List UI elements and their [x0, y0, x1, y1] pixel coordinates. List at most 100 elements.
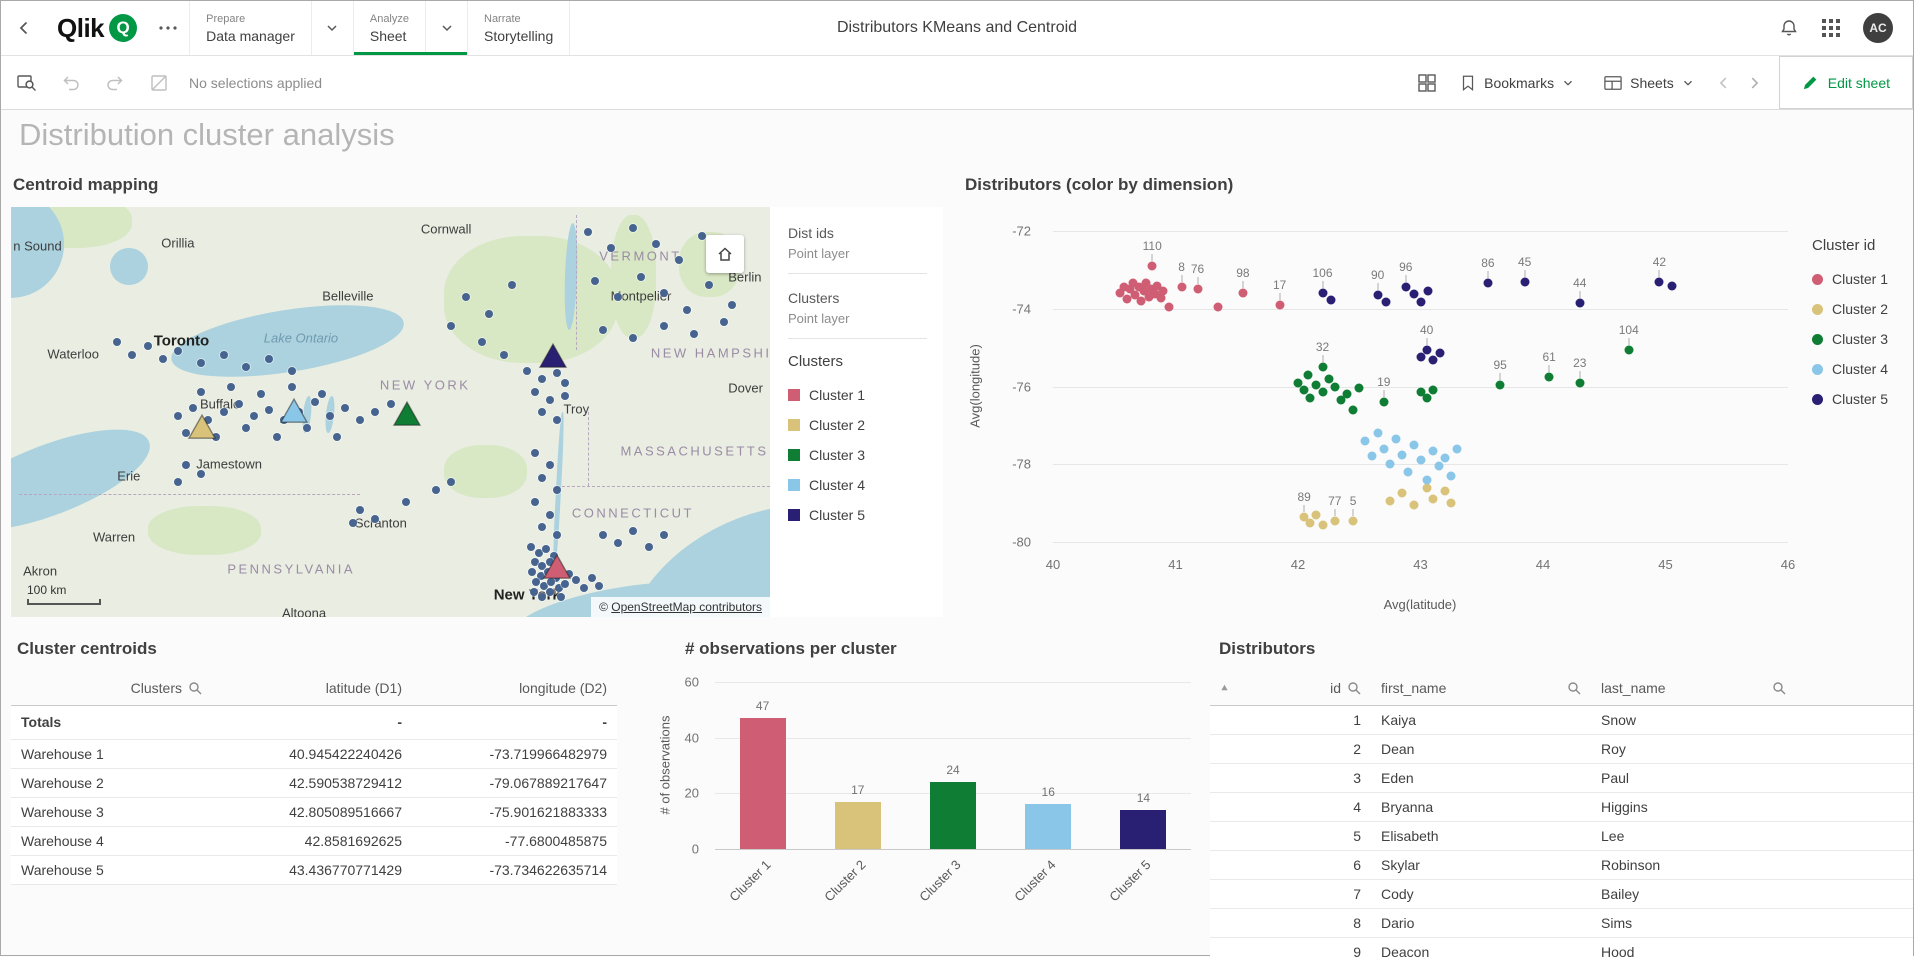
scatter-point[interactable]	[1422, 345, 1431, 354]
legend-item-cluster-3[interactable]: Cluster 3	[1812, 324, 1888, 354]
scatter-point[interactable]	[1275, 300, 1284, 309]
scatter-point[interactable]	[1575, 298, 1584, 307]
scatter-point[interactable]	[1410, 501, 1419, 510]
scatter-point[interactable]	[1422, 483, 1431, 492]
scatter-point[interactable]	[1318, 363, 1327, 372]
scatter-point[interactable]	[1410, 440, 1419, 449]
bar-cluster-2[interactable]	[835, 802, 881, 849]
scatter-point[interactable]	[1318, 520, 1327, 529]
cell-latitude[interactable]: 43.436770771429	[212, 855, 412, 884]
previous-sheet-icon[interactable]	[1709, 56, 1739, 109]
cell-latitude[interactable]: 42.805089516667	[212, 797, 412, 826]
legend-item-cluster-1[interactable]: Cluster 1	[1812, 264, 1888, 294]
cell-first-name[interactable]: Deacon	[1371, 937, 1591, 957]
centroids-col-clusters[interactable]: Clusters	[131, 680, 182, 696]
legend-item-cluster-3[interactable]: Cluster 3	[788, 440, 943, 470]
map-home-button[interactable]	[706, 235, 744, 273]
scatter-point[interactable]	[1416, 456, 1425, 465]
scatter-point[interactable]	[1238, 289, 1247, 298]
prepare-dropdown-button[interactable]	[311, 1, 353, 55]
scatter-point[interactable]	[1343, 390, 1352, 399]
scatter-point[interactable]	[1165, 302, 1174, 311]
scatter-point[interactable]	[1428, 385, 1437, 394]
cell-last-name[interactable]: Higgins	[1591, 792, 1796, 821]
nav-analyze-button[interactable]: Analyze Sheet	[354, 1, 425, 55]
scatter-point[interactable]	[1312, 510, 1321, 519]
cell-id[interactable]: 7	[1210, 879, 1371, 908]
legend-item-cluster-4[interactable]: Cluster 4	[788, 470, 943, 500]
search-icon[interactable]	[1567, 681, 1581, 695]
cell-latitude[interactable]: 42.590538729412	[212, 768, 412, 797]
selections-tool-icon[interactable]	[9, 65, 45, 101]
map-centroid-triangle[interactable]	[279, 397, 309, 424]
scatter-point[interactable]	[1349, 405, 1358, 414]
centroids-col-latitude[interactable]: latitude (D1)	[212, 671, 412, 705]
cell-last-name[interactable]: Sims	[1591, 908, 1796, 937]
legend-item-cluster-5[interactable]: Cluster 5	[788, 500, 943, 530]
bar-cluster-5[interactable]	[1120, 810, 1166, 849]
back-button[interactable]	[1, 1, 47, 55]
distributors-col-id[interactable]: id	[1330, 680, 1341, 696]
scatter-point[interactable]	[1385, 497, 1394, 506]
distributors-col-first-name[interactable]: first_name	[1381, 680, 1446, 696]
scatter-point[interactable]	[1428, 446, 1437, 455]
sheets-menu[interactable]: Sheets	[1589, 56, 1709, 109]
scatter-point[interactable]	[1303, 370, 1312, 379]
scatter-point[interactable]	[1441, 487, 1450, 496]
analyze-dropdown-button[interactable]	[425, 1, 467, 55]
cell-longitude[interactable]: -79.067889217647	[412, 768, 617, 797]
map-canvas[interactable]: n SoundOrilliaCornwallVERMONTBerlinBelle…	[11, 207, 770, 617]
cell-id[interactable]: 5	[1210, 821, 1371, 850]
cell-longitude[interactable]: -73.719966482979	[412, 739, 617, 768]
scatter-point[interactable]	[1330, 382, 1339, 391]
scatter-point[interactable]	[1318, 388, 1327, 397]
scatter-point[interactable]	[1177, 283, 1186, 292]
map-centroid-triangle[interactable]	[392, 400, 422, 427]
cell-id[interactable]: 8	[1210, 908, 1371, 937]
step-back-icon[interactable]	[53, 65, 89, 101]
cell-id[interactable]: 2	[1210, 734, 1371, 763]
cell-latitude[interactable]: 42.8581692625	[212, 826, 412, 855]
more-menu-button[interactable]	[147, 1, 189, 55]
scatter-point[interactable]	[1416, 297, 1425, 306]
scatter-point[interactable]	[1483, 279, 1492, 288]
search-icon[interactable]	[1772, 681, 1786, 695]
cell-last-name[interactable]: Roy	[1591, 734, 1796, 763]
cell-first-name[interactable]: Cody	[1371, 879, 1591, 908]
map-centroid-triangle[interactable]	[542, 553, 572, 580]
scatter-point[interactable]	[1367, 452, 1376, 461]
cell-cluster[interactable]: Warehouse 4	[11, 826, 212, 855]
scatter-point[interactable]	[1422, 475, 1431, 484]
scatter-point[interactable]	[1422, 394, 1431, 403]
map-attribution-link[interactable]: OpenStreetMap contributors	[611, 600, 762, 614]
nav-narrate-button[interactable]: Narrate Storytelling	[468, 1, 569, 55]
distributors-col-last-name[interactable]: last_name	[1601, 680, 1666, 696]
qlik-logo[interactable]: Qlik Q	[47, 1, 147, 55]
scatter-point[interactable]	[1392, 434, 1401, 443]
scatter-point[interactable]	[1667, 282, 1676, 291]
legend-item-cluster-2[interactable]: Cluster 2	[788, 410, 943, 440]
scatter-point[interactable]	[1382, 297, 1391, 306]
bar-plot-area[interactable]: 4717241614	[715, 682, 1191, 849]
clear-selections-icon[interactable]	[141, 65, 177, 101]
scatter-point[interactable]	[1545, 372, 1554, 381]
cell-first-name[interactable]: Dario	[1371, 908, 1591, 937]
scatter-point[interactable]	[1379, 398, 1388, 407]
scatter-point[interactable]	[1214, 302, 1223, 311]
bar-cluster-1[interactable]	[740, 718, 786, 849]
map-layer-item[interactable]: ClustersPoint layer	[788, 286, 927, 339]
app-switcher-grid-icon[interactable]	[1821, 18, 1841, 38]
legend-item-cluster-5[interactable]: Cluster 5	[1812, 384, 1888, 414]
scatter-point[interactable]	[1436, 349, 1445, 358]
bar-cluster-4[interactable]	[1025, 804, 1071, 849]
legend-item-cluster-1[interactable]: Cluster 1	[788, 380, 943, 410]
scatter-point[interactable]	[1398, 450, 1407, 459]
scatter-point[interactable]	[1327, 296, 1336, 305]
cell-first-name[interactable]: Skylar	[1371, 850, 1591, 879]
scatter-point[interactable]	[1520, 277, 1529, 286]
cell-cluster[interactable]: Warehouse 3	[11, 797, 212, 826]
scatter-point[interactable]	[1655, 277, 1664, 286]
cell-cluster[interactable]: Warehouse 2	[11, 768, 212, 797]
scatter-point[interactable]	[1453, 444, 1462, 453]
cell-first-name[interactable]: Kaiya	[1371, 705, 1591, 734]
